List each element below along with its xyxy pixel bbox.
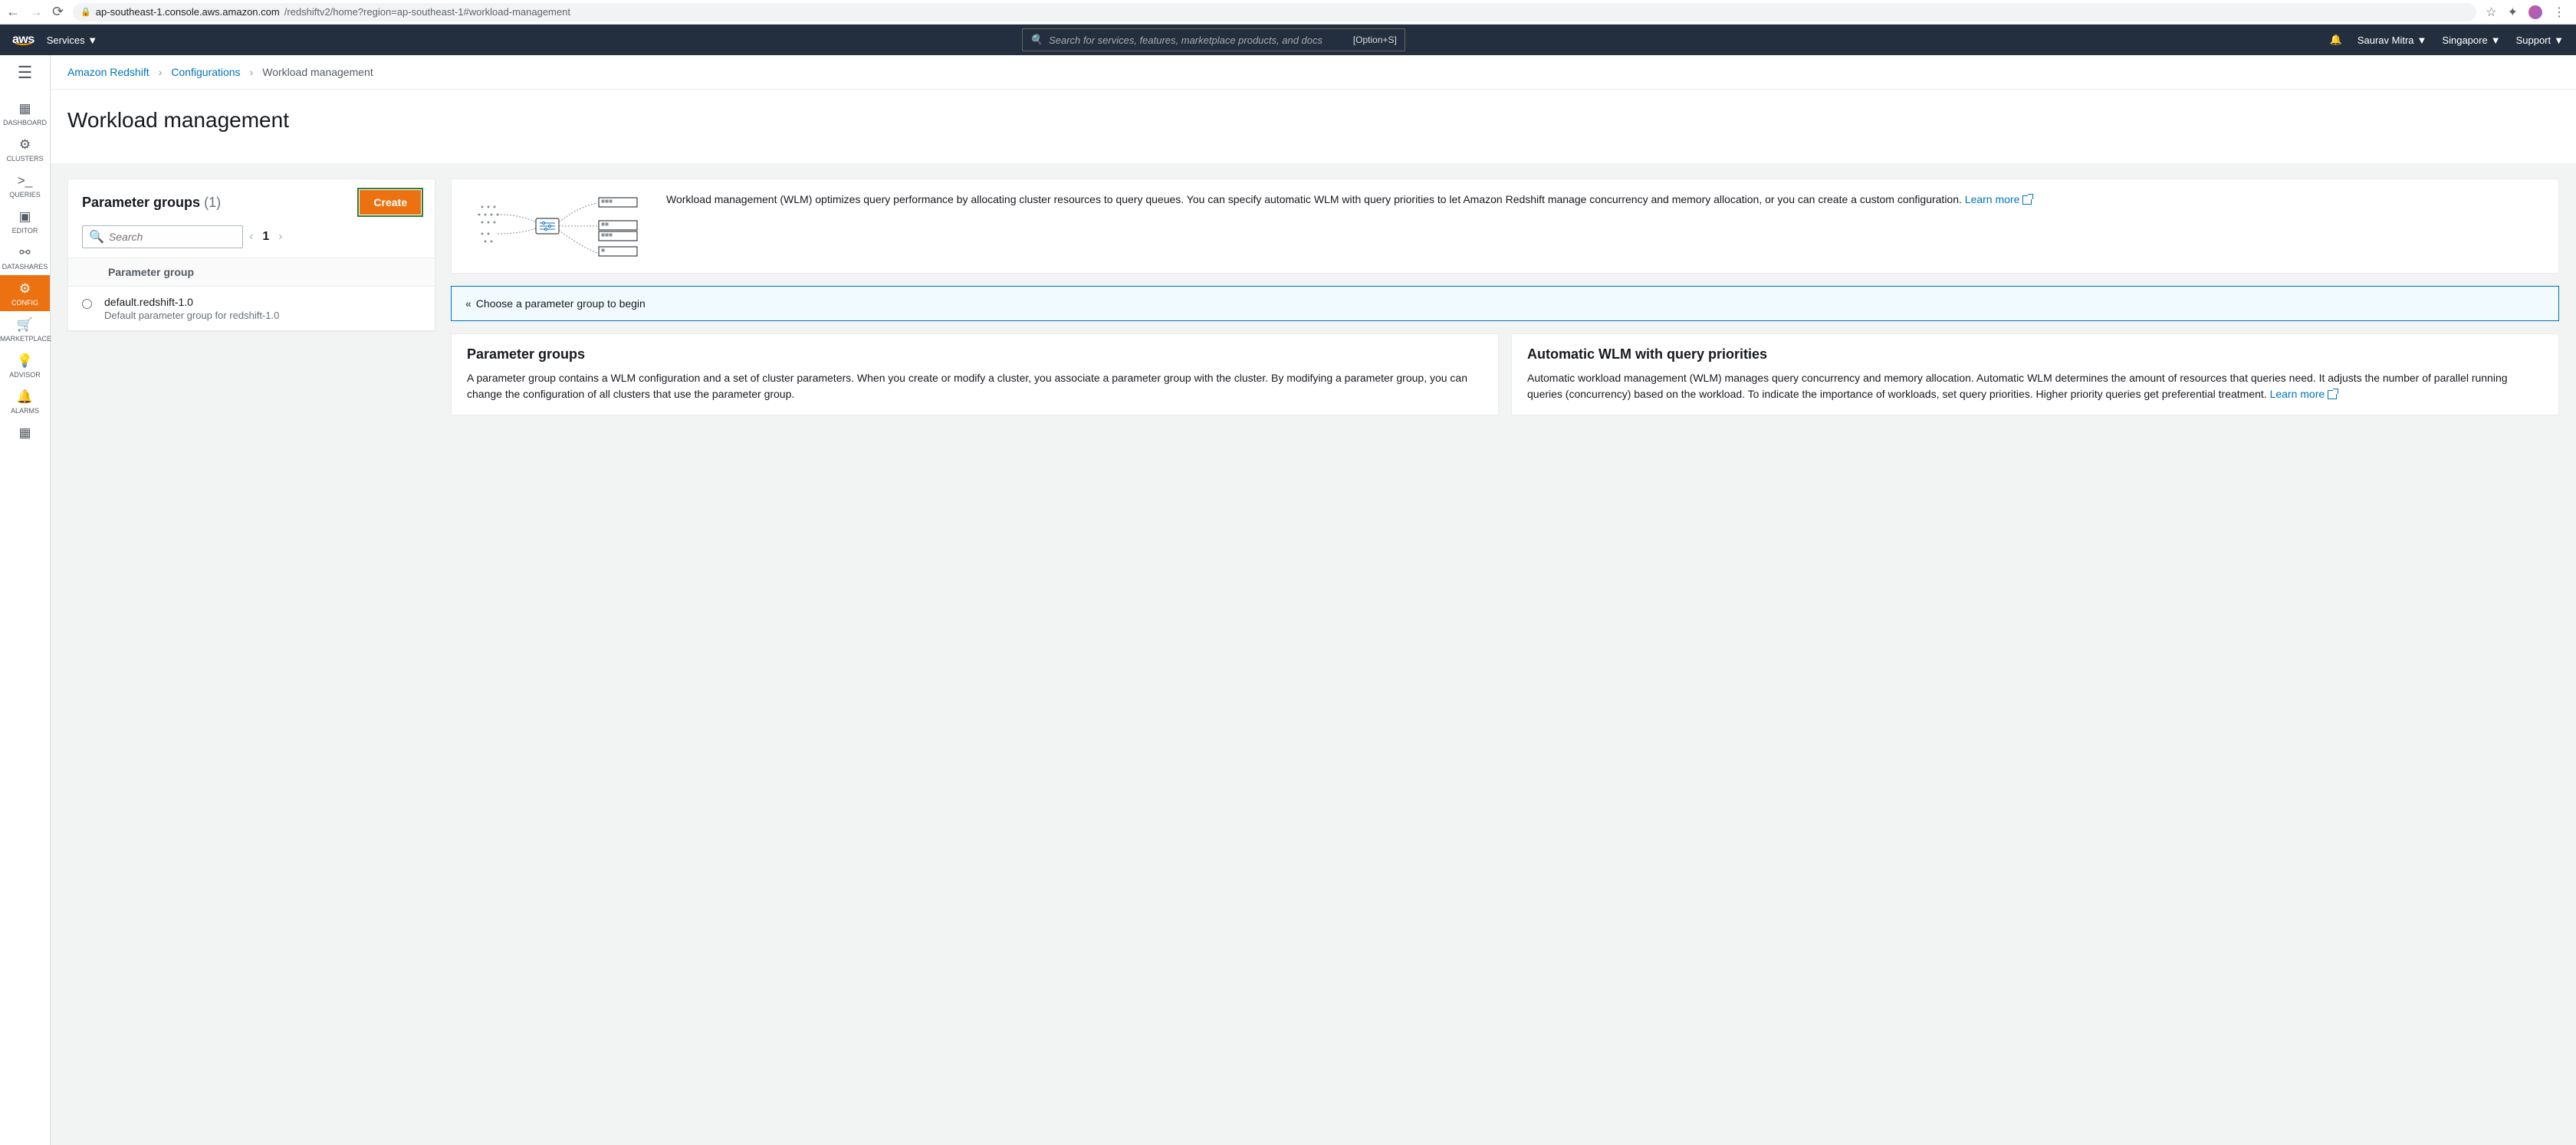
editor-icon: ▣	[0, 209, 50, 225]
choose-group-hint: « Choose a parameter group to begin	[451, 286, 2559, 321]
page-prev: ‹	[249, 230, 253, 244]
aws-logo[interactable]: aws	[12, 33, 34, 47]
extensions-icon[interactable]: ✦	[2508, 5, 2518, 20]
parameter-search-input[interactable]	[109, 231, 236, 243]
row-radio[interactable]	[82, 299, 92, 309]
pagination: ‹ 1 ›	[249, 230, 283, 244]
alarms-icon: 🔔	[0, 389, 50, 405]
chevron-right-icon: ›	[159, 66, 163, 78]
search-shortcut: [Option+S]	[1353, 34, 1397, 45]
grid-icon: ▦	[0, 425, 50, 441]
region-menu[interactable]: Singapore ▼	[2442, 34, 2500, 46]
panel-count: (1)	[204, 195, 221, 210]
nav-dashboard[interactable]: ▦DASHBOARD	[0, 95, 50, 131]
crumb-current: Workload management	[262, 66, 373, 78]
panel-title: Parameter groups (1)	[82, 195, 221, 211]
card-title: Parameter groups	[467, 346, 1483, 363]
table-header: Parameter group	[68, 258, 435, 287]
config-icon: ⚙	[0, 281, 50, 297]
advisor-icon: 💡	[0, 353, 50, 369]
left-nav-rail: ☰ ▦DASHBOARD ⚙CLUSTERS >_QUERIES ▣EDITOR…	[0, 55, 51, 1145]
marketplace-icon: 🛒	[0, 317, 50, 333]
nav-datashares[interactable]: ⚯DATASHARES	[0, 239, 50, 275]
page-next: ›	[278, 230, 282, 244]
reload-button[interactable]: ⟳	[52, 4, 64, 20]
search-input-wrap: 🔍	[82, 225, 243, 248]
services-menu[interactable]: Services ▼	[47, 34, 97, 46]
table-row[interactable]: default.redshift-1.0 Default parameter g…	[68, 287, 435, 330]
global-search[interactable]: 🔍 Search for services, features, marketp…	[1022, 28, 1405, 51]
clusters-icon: ⚙	[0, 137, 50, 153]
wlm-info-panel: Workload management (WLM) optimizes quer…	[451, 179, 2559, 274]
create-button[interactable]: Create	[360, 190, 421, 215]
external-link-icon	[2022, 195, 2032, 205]
star-icon[interactable]: ☆	[2486, 5, 2496, 20]
auto-wlm-card: Automatic WLM with query priorities Auto…	[1511, 333, 2559, 415]
url-path: /redshiftv2/home?region=ap-southeast-1#w…	[284, 6, 570, 18]
url-host: ap-southeast-1.console.aws.amazon.com	[96, 6, 280, 18]
crumb-configurations[interactable]: Configurations	[171, 66, 240, 78]
search-icon: 🔍	[89, 229, 104, 244]
nav-clusters[interactable]: ⚙CLUSTERS	[0, 131, 50, 167]
card-body: Automatic workload management (WLM) mana…	[1527, 370, 2543, 402]
nav-advisor[interactable]: 💡ADVISOR	[0, 347, 50, 383]
hint-text: Choose a parameter group to begin	[476, 297, 646, 310]
queries-icon: >_	[0, 173, 50, 189]
row-description: Default parameter group for redshift-1.0	[104, 310, 279, 321]
nav-more[interactable]: ▦	[0, 419, 50, 448]
chevron-right-icon: ›	[250, 66, 254, 78]
lock-icon: 🔒	[80, 7, 91, 17]
learn-more-link[interactable]: Learn more	[1965, 193, 2032, 205]
forward-button: →	[29, 4, 43, 20]
nav-editor[interactable]: ▣EDITOR	[0, 203, 50, 239]
dashboard-icon: ▦	[0, 101, 50, 116]
nav-marketplace[interactable]: 🛒MARKETPLACE	[0, 311, 50, 347]
wlm-info-text: Workload management (WLM) optimizes quer…	[666, 192, 2032, 208]
parameter-groups-panel: Parameter groups (1) Create 🔍 ‹ 1 ›	[67, 179, 435, 331]
row-name: default.redshift-1.0	[104, 296, 279, 308]
page-number: 1	[262, 230, 269, 244]
parameter-groups-card: Parameter groups A parameter group conta…	[451, 333, 1499, 415]
hamburger-icon[interactable]: ☰	[18, 63, 33, 83]
external-link-icon	[2328, 390, 2337, 399]
aws-top-nav: aws Services ▼ 🔍 Search for services, fe…	[0, 25, 2576, 55]
nav-config[interactable]: ⚙CONFIG	[0, 275, 50, 311]
chevron-left-double-icon: «	[465, 297, 468, 310]
nav-queries[interactable]: >_QUERIES	[0, 167, 50, 203]
profile-avatar[interactable]	[2528, 5, 2542, 19]
datashares-icon: ⚯	[0, 245, 50, 261]
card-body: A parameter group contains a WLM configu…	[467, 370, 1483, 402]
browser-toolbar: ← → ⟳ 🔒 ap-southeast-1.console.aws.amazo…	[0, 0, 2576, 25]
notifications-icon[interactable]: 🔔	[2330, 34, 2342, 46]
url-bar[interactable]: 🔒 ap-southeast-1.console.aws.amazon.com /…	[73, 3, 2476, 21]
nav-alarms[interactable]: 🔔ALARMS	[0, 383, 50, 419]
card-title: Automatic WLM with query priorities	[1527, 346, 2543, 363]
search-icon: 🔍	[1030, 34, 1043, 46]
back-button[interactable]: ←	[6, 4, 20, 20]
search-placeholder: Search for services, features, marketpla…	[1049, 34, 1322, 46]
wlm-illustration	[467, 192, 651, 261]
page-title: Workload management	[67, 108, 2559, 133]
kebab-menu-icon[interactable]: ⋮	[2553, 5, 2565, 20]
breadcrumb: Amazon Redshift › Configurations › Workl…	[51, 55, 2576, 90]
learn-more-link[interactable]: Learn more	[2270, 388, 2338, 400]
account-menu[interactable]: Saurav Mitra ▼	[2358, 34, 2427, 46]
support-menu[interactable]: Support ▼	[2516, 34, 2564, 46]
crumb-root[interactable]: Amazon Redshift	[67, 66, 150, 78]
